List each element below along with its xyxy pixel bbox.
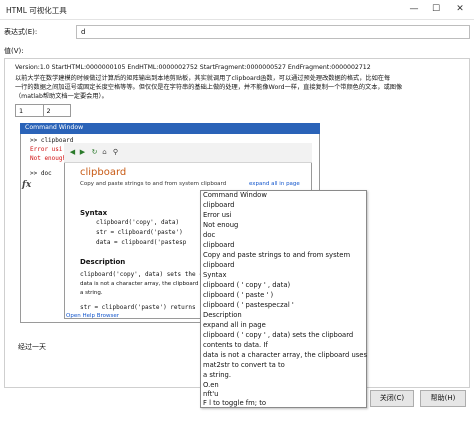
value-label: 值(V): bbox=[4, 47, 24, 55]
menu-item[interactable]: Error usi bbox=[203, 211, 231, 219]
code-line: >> doc bbox=[30, 170, 52, 177]
find-icon: ⚲ bbox=[112, 148, 119, 156]
syntax-line: data = clipboard('pastesp bbox=[96, 239, 187, 246]
fx-icon: fx bbox=[22, 180, 32, 190]
menu-item[interactable]: Copy and paste strings to and from syste… bbox=[203, 251, 350, 259]
menu-item[interactable]: nft'u bbox=[203, 390, 218, 398]
menu-item[interactable]: Not enoug bbox=[203, 221, 238, 229]
menu-item[interactable]: expand all in page bbox=[203, 321, 266, 329]
menu-item[interactable]: a string. bbox=[203, 371, 231, 379]
menu-item[interactable]: Command Window bbox=[203, 191, 267, 199]
maximize-button[interactable]: ☐ bbox=[426, 0, 446, 18]
data-table: 1 2 bbox=[15, 104, 71, 117]
menu-item[interactable]: F l to toggle fm; to bbox=[203, 399, 266, 407]
menu-item[interactable]: clipboard ( ' pastespeczal ' bbox=[203, 301, 294, 309]
menu-item[interactable]: clipboard ( ' copy ' , data) bbox=[203, 281, 290, 289]
window-title: HTML 可视化工具 bbox=[6, 6, 67, 15]
paragraph-line: （matlab帮助文档一定要会用）。 bbox=[15, 93, 108, 100]
error-line: Error usi bbox=[30, 146, 63, 153]
footer-text: 经过一天 bbox=[18, 343, 46, 351]
help-page-description: Copy and paste strings to and from syste… bbox=[80, 181, 227, 187]
expand-all-link: expand all in page bbox=[249, 181, 300, 187]
open-help-browser-link: Open Help Browser bbox=[66, 313, 120, 319]
help-button[interactable]: 帮助(H) bbox=[420, 390, 466, 407]
command-window-title: Command Window bbox=[20, 123, 320, 134]
minimize-button[interactable]: — bbox=[404, 0, 424, 18]
syntax-line: str = clipboard('paste') bbox=[96, 229, 183, 236]
refresh-icon: ↻ bbox=[91, 148, 98, 156]
menu-item[interactable]: Description bbox=[203, 311, 242, 319]
menu-item[interactable]: clipboard ( ' paste ' ) bbox=[203, 291, 273, 299]
syntax-line: clipboard('copy', data) bbox=[96, 219, 180, 226]
menu-item[interactable]: Syntax bbox=[203, 271, 227, 279]
menu-item[interactable]: data is not a character array, the clipb… bbox=[203, 351, 367, 359]
menu-item[interactable]: clipboard bbox=[203, 241, 234, 249]
description-line: a string. bbox=[80, 290, 103, 296]
expression-input[interactable]: d bbox=[76, 25, 470, 39]
title-bar: HTML 可视化工具 — ☐ ✕ bbox=[0, 0, 474, 20]
menu-item[interactable]: O.en bbox=[203, 381, 219, 389]
description-line: str = clipboard('paste') returns bbox=[80, 304, 196, 311]
back-arrow-icon: ◀ bbox=[69, 148, 76, 156]
forward-arrow-icon: ▶ bbox=[79, 148, 86, 156]
close-window-button[interactable]: ✕ bbox=[450, 0, 470, 18]
paragraph-line: 以前大学在数学建模的时候做过计算后的矩阵输出到本地剪贴板，其实就调用了clipb… bbox=[15, 75, 391, 82]
description-line: data is not a character array, the clipb… bbox=[80, 281, 207, 287]
paragraph-line: 一行的数据之间加逗号或固定长度空格等等。但仅仅是在字符串的基础上做的处理，并不能… bbox=[15, 84, 403, 91]
table-cell: 1 bbox=[16, 105, 44, 116]
syntax-heading: Syntax bbox=[80, 209, 108, 217]
error-line: Not enough bbox=[30, 155, 67, 162]
menu-item[interactable]: mat2str to convert ta to bbox=[203, 361, 285, 369]
menu-item[interactable]: clipboard bbox=[203, 201, 234, 209]
menu-item[interactable]: contents to data. If bbox=[203, 341, 268, 349]
html-header-line: Version:1.0 StartHTML:0000000105 EndHTML… bbox=[15, 64, 371, 71]
expression-label: 表达式(E): bbox=[4, 28, 38, 36]
menu-item[interactable]: clipboard ( ' copy ' , data) sets the cl… bbox=[203, 331, 353, 339]
menu-item[interactable]: doc bbox=[203, 231, 215, 239]
description-heading: Description bbox=[80, 258, 126, 266]
description-line: clipboard('copy', data) sets the clip bbox=[80, 271, 214, 278]
menu-item[interactable]: clipboard bbox=[203, 261, 234, 269]
close-button[interactable]: 关闭(C) bbox=[370, 390, 414, 407]
help-page-title: clipboard bbox=[80, 167, 127, 178]
home-icon: ⌂ bbox=[102, 148, 107, 156]
table-cell: 2 bbox=[46, 107, 51, 115]
